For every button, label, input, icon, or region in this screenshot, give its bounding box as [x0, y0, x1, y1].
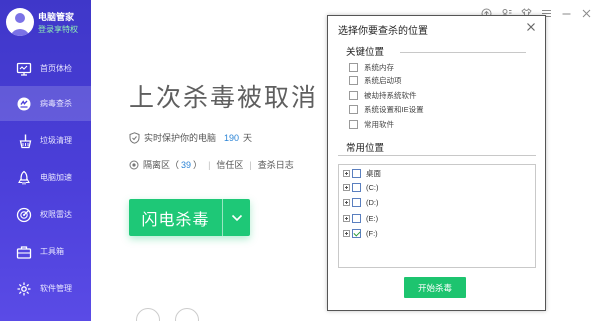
protection-days: 190 — [224, 132, 240, 143]
sidebar-item-label: 工具箱 — [40, 247, 64, 256]
checkbox-label: 常用软件 — [364, 120, 394, 129]
key-location-item[interactable]: 被劫持系统软件 — [349, 90, 417, 101]
tree-item-drive-f[interactable]: (F:) — [343, 229, 378, 238]
sidebar-item-permission-radar[interactable]: 权限雷达 — [0, 197, 91, 232]
checkbox-label: 系统内存 — [364, 63, 394, 72]
scan-location-dialog: 选择你要查杀的位置 关键位置 系统内存 系统启动项 被劫持系统软件 系统设置和I… — [327, 15, 546, 311]
login-link[interactable]: 登录享特权 — [38, 24, 78, 35]
broom-icon — [16, 133, 32, 149]
avatar[interactable] — [6, 8, 34, 36]
key-location-item[interactable]: 系统启动项 — [349, 75, 402, 86]
quick-scan-button[interactable]: 闪电杀毒 — [129, 199, 250, 236]
checkbox[interactable] — [349, 105, 358, 114]
checkbox-checked[interactable] — [352, 229, 361, 238]
protection-days-unit: 天 — [243, 133, 253, 143]
software-manager-icon — [16, 281, 32, 297]
sidebar-item-junk-cleanup[interactable]: 垃圾清理 — [0, 123, 91, 158]
app-name: 电脑管家 — [38, 12, 75, 22]
tree-item-label: (E:) — [366, 214, 379, 223]
expand-icon[interactable] — [343, 230, 350, 237]
checkbox[interactable] — [349, 120, 358, 129]
checkbox[interactable] — [352, 198, 361, 207]
quarantine-count[interactable]: 39 — [181, 160, 191, 170]
monitor-icon — [16, 61, 32, 77]
virus-scan-icon — [16, 96, 32, 112]
quarantine-count-open: （ — [170, 160, 180, 170]
checkbox[interactable] — [352, 183, 361, 192]
close-icon[interactable] — [525, 21, 537, 33]
radar-icon — [16, 207, 32, 223]
section-divider — [400, 52, 526, 53]
sidebar-item-label: 电脑加速 — [40, 173, 72, 182]
sidebar-item-toolbox[interactable]: 工具箱 — [0, 234, 91, 269]
checkbox-label: 被劫持系统软件 — [364, 91, 417, 100]
expand-icon[interactable] — [343, 199, 350, 206]
quarantine-count-close: ） — [193, 160, 203, 170]
sidebar-item-label: 权限雷达 — [40, 210, 72, 219]
trust-zone-link[interactable]: 信任区 — [216, 158, 243, 171]
quarantine-icon — [129, 160, 139, 169]
tree-item-label: (D:) — [366, 198, 379, 207]
key-location-item[interactable]: 系统内存 — [349, 62, 394, 73]
section-divider — [338, 155, 536, 156]
shield-icon — [129, 131, 140, 144]
sidebar-item-home-checkup[interactable]: 首页体检 — [0, 51, 91, 86]
chevron-down-icon — [231, 214, 242, 221]
tree-item-drive-c[interactable]: (C:) — [343, 183, 379, 192]
sidebar-item-virus-scan[interactable]: 病毒查杀 — [0, 86, 91, 121]
quarantine-link[interactable]: 隔离区 — [143, 158, 170, 171]
minimize-icon[interactable] — [561, 6, 572, 17]
sidebar-item-software-manager[interactable]: 软件管理 — [0, 271, 91, 306]
location-tree: 桌面 (C:) (D:) (E:) (F:) — [338, 164, 536, 268]
tree-item-label: 桌面 — [366, 169, 381, 178]
quick-scan-label[interactable]: 闪电杀毒 — [129, 206, 222, 230]
tree-item-drive-d[interactable]: (D:) — [343, 198, 379, 207]
rocket-icon — [16, 170, 32, 186]
quick-links: 隔离区 （ 39 ） | 信任区 | 查杀日志 — [129, 158, 294, 171]
common-locations-title: 常用位置 — [346, 143, 385, 154]
bottom-shortcut-2[interactable] — [175, 308, 199, 321]
profile-area[interactable]: 电脑管家 登录享特权 — [0, 0, 91, 46]
scan-status-title: 上次杀毒被取消 — [129, 83, 319, 112]
separator: | — [249, 159, 252, 170]
protection-status: 实时保护你的电脑 190 天 — [129, 131, 252, 144]
checkbox[interactable] — [352, 169, 361, 178]
expand-icon[interactable] — [343, 170, 350, 177]
tree-item-drive-e[interactable]: (E:) — [343, 214, 378, 223]
sidebar-item-label: 垃圾清理 — [40, 136, 72, 145]
tree-item-desktop[interactable]: 桌面 — [343, 168, 381, 179]
tree-item-label: (C:) — [366, 183, 379, 192]
bottom-shortcut-1[interactable] — [136, 308, 160, 321]
checkbox[interactable] — [349, 63, 358, 72]
checkbox-label: 系统启动项 — [364, 76, 402, 85]
tree-item-label: (F:) — [366, 229, 378, 238]
close-icon[interactable] — [581, 6, 592, 18]
separator: | — [208, 159, 211, 170]
sidebar-item-speedup[interactable]: 电脑加速 — [0, 160, 91, 195]
sidebar-item-label: 首页体检 — [40, 64, 72, 73]
key-location-item[interactable]: 系统设置和IE设置 — [349, 104, 424, 115]
scan-options-dropdown[interactable] — [223, 199, 250, 236]
sidebar-item-label: 病毒查杀 — [40, 99, 72, 108]
sidebar: 电脑管家 登录享特权 首页体检 病毒查杀 垃圾清理 电脑加速 权限雷达 工具箱 … — [0, 0, 91, 321]
scan-log-link[interactable]: 查杀日志 — [258, 158, 294, 171]
protection-text: 实时保护你的电脑 — [144, 133, 217, 143]
key-locations-title: 关键位置 — [346, 47, 385, 58]
dialog-title: 选择你要查杀的位置 — [338, 26, 428, 37]
sidebar-item-label: 软件管理 — [40, 284, 72, 293]
checkbox[interactable] — [349, 91, 358, 100]
start-scan-button[interactable]: 开始杀毒 — [404, 277, 466, 298]
toolbox-icon — [16, 244, 32, 260]
checkbox-label: 系统设置和IE设置 — [364, 105, 424, 114]
checkbox[interactable] — [349, 76, 358, 85]
expand-icon[interactable] — [343, 184, 350, 191]
expand-icon[interactable] — [343, 215, 350, 222]
key-location-item[interactable]: 常用软件 — [349, 119, 394, 130]
checkbox[interactable] — [352, 214, 361, 223]
